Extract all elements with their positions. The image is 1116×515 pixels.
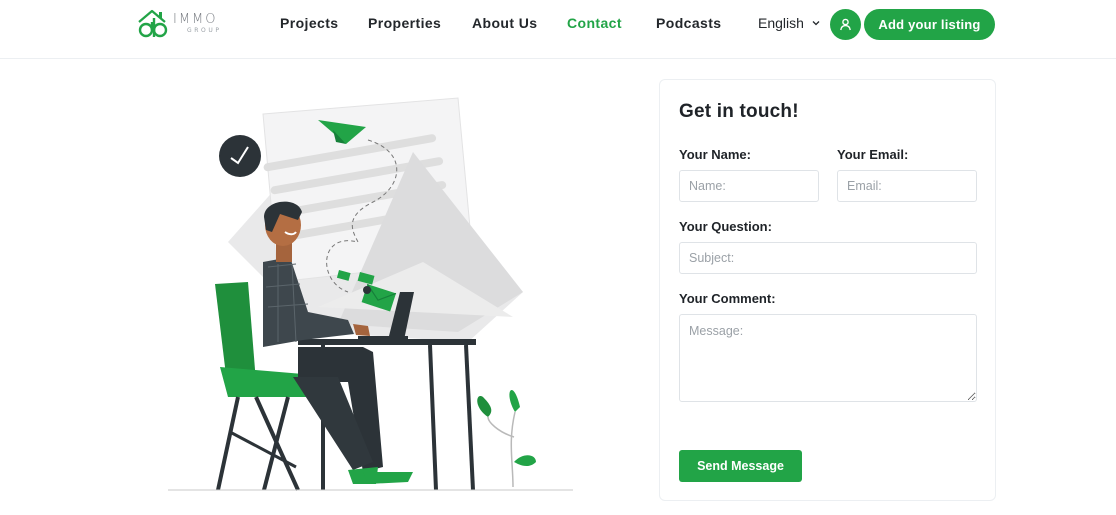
form-title: Get in touch! bbox=[679, 101, 799, 122]
site-header: IMMO GROUP Projects Properties About Us … bbox=[0, 0, 1116, 59]
email-input[interactable] bbox=[837, 170, 977, 202]
name-input[interactable] bbox=[679, 170, 819, 202]
logo-subtext: GROUP bbox=[187, 26, 222, 34]
contact-form: Get in touch! Your Name: Your Email: You… bbox=[659, 79, 996, 501]
email-label: Your Email: bbox=[837, 147, 909, 162]
comment-label: Your Comment: bbox=[679, 291, 776, 306]
nav-item-podcasts[interactable]: Podcasts bbox=[656, 15, 721, 31]
logo-house-icon bbox=[138, 9, 168, 38]
message-textarea[interactable] bbox=[679, 314, 977, 402]
nav-item-contact[interactable]: Contact bbox=[567, 15, 622, 31]
account-button[interactable] bbox=[830, 9, 861, 40]
nav-item-about-us[interactable]: About Us bbox=[472, 15, 537, 31]
language-selector[interactable]: English bbox=[758, 15, 820, 31]
logo-text: IMMO bbox=[173, 11, 218, 27]
user-icon bbox=[840, 18, 851, 31]
language-label: English bbox=[758, 15, 804, 31]
contact-illustration bbox=[168, 97, 573, 491]
add-listing-button[interactable]: Add your listing bbox=[864, 9, 995, 40]
name-label: Your Name: bbox=[679, 147, 751, 162]
nav-item-projects[interactable]: Projects bbox=[280, 15, 338, 31]
question-label: Your Question: bbox=[679, 219, 772, 234]
subject-input[interactable] bbox=[679, 242, 977, 274]
brand-logo[interactable]: IMMO GROUP bbox=[137, 8, 222, 38]
nav-item-properties[interactable]: Properties bbox=[368, 15, 441, 31]
clock-icon bbox=[219, 135, 261, 177]
plant-icon bbox=[477, 390, 536, 488]
chevron-down-icon bbox=[812, 21, 820, 26]
send-message-button[interactable]: Send Message bbox=[679, 450, 802, 482]
